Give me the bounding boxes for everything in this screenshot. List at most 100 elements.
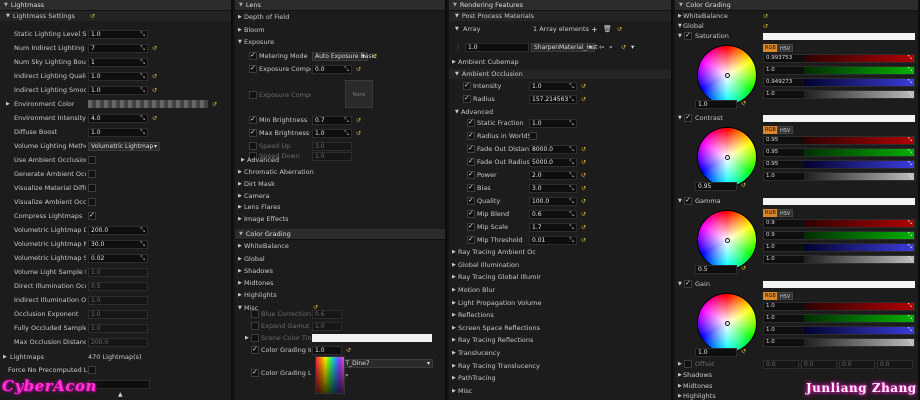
expand-arrow-icon[interactable]: ▶ [452, 300, 456, 306]
collapse-arrow-icon[interactable]: ▼ [678, 23, 682, 29]
lens-group-depth-of-field[interactable]: ▶ Depth of Field [235, 11, 445, 24]
expand-arrow-icon[interactable]: ▶ [238, 27, 242, 33]
expand-arrow-icon[interactable]: ▶ [238, 181, 242, 187]
reset-icon[interactable]: ↺ [581, 172, 586, 179]
exposure-checkbox[interactable] [249, 115, 257, 124]
adv-value-input[interactable]: 8000.0 ⤡ [529, 145, 577, 154]
reset-icon[interactable]: ↺ [763, 23, 768, 30]
color-wheel-handle[interactable] [725, 321, 730, 326]
adv-value-input[interactable]: 0.01 ⤡ [529, 236, 577, 245]
exposure-checkbox[interactable] [249, 142, 257, 150]
lightmass-value-input[interactable]: 0.5 [88, 282, 148, 291]
cg-wheel-base-input[interactable]: 1.0 [695, 100, 737, 109]
offset-value-input[interactable]: 0.0 [801, 360, 837, 369]
reset-icon[interactable]: ↺ [372, 53, 377, 60]
expand-arrow-icon[interactable]: ▶ [238, 280, 242, 286]
lightmass-value-input[interactable]: 1.0 [88, 310, 148, 319]
array-element-material-dropdown[interactable]: SharpenMaterial_Inst ▾ [531, 43, 597, 52]
channel-b-slider[interactable]: 0.949273 ⤡ [763, 78, 915, 87]
collapse-arrow-icon[interactable]: ▼ [455, 109, 459, 115]
browse-icon[interactable]: ⌕ [609, 43, 613, 52]
adv-checkbox[interactable] [467, 222, 475, 231]
collapse-arrow-icon[interactable]: ▼ [455, 13, 459, 19]
collapse-arrow-icon[interactable]: ▼ [4, 2, 8, 8]
reset-icon[interactable]: ↺ [152, 73, 157, 80]
reset-icon[interactable]: ↺ [152, 45, 157, 52]
lens-group-lens-flares[interactable]: ▶ Lens Flares [235, 201, 445, 214]
ao-value-input[interactable]: 157.214563 ⤡ [529, 95, 577, 104]
adv-value-input[interactable]: 3.0 ⤡ [529, 184, 577, 193]
reset-icon[interactable]: ↺ [346, 347, 351, 354]
color-wheel-contrast[interactable] [697, 127, 757, 187]
channel-y-slider[interactable]: 1.0 ⤡ [763, 172, 915, 181]
expand-arrow-icon[interactable]: ▶ [238, 204, 242, 210]
collapse-arrow-icon[interactable]: ▼ [238, 39, 242, 45]
offset-value-input[interactable]: 0.0 [877, 360, 913, 369]
channel-y-slider[interactable]: 1.0 ⤡ [763, 255, 915, 264]
cg-wheel-base-input[interactable]: 1.0 [695, 348, 737, 357]
rf-group-reflections[interactable]: ▶ Reflections [449, 309, 671, 322]
expand-arrow-icon[interactable]: ▶ [238, 243, 242, 249]
lightmass-value-input[interactable]: 1.0 ⤡ [88, 86, 148, 95]
expand-arrow-icon[interactable]: ▶ [452, 325, 456, 331]
lightmass-value-input[interactable]: 1.0 [88, 296, 148, 305]
reset-icon[interactable]: ↺ [741, 348, 746, 355]
expand-arrow-icon[interactable]: ▶ [3, 354, 7, 360]
cg-wheel-checkbox[interactable] [684, 196, 692, 205]
reset-icon[interactable]: ↺ [741, 182, 746, 189]
drag-handle-icon[interactable]: ⋮ [455, 44, 461, 51]
lut-dropdown[interactable]: LUT_Dine7 ▾ [335, 359, 433, 368]
exposure-checkbox[interactable] [249, 64, 257, 73]
ao-checkbox[interactable] [463, 94, 471, 103]
lightmass-value-input[interactable]: 30.0 ⤡ [88, 240, 148, 249]
ambient-cubemap-group[interactable]: ▶ Ambient Cubemap [449, 56, 671, 69]
hsv-mode-button[interactable]: HSV [777, 292, 794, 300]
expand-arrow-icon[interactable]: ▶ [452, 287, 456, 293]
channel-g-slider[interactable]: 1.0 ⤡ [763, 314, 915, 323]
channel-r-slider[interactable]: 0.9 ⤡ [763, 219, 915, 228]
lightmass-value-input[interactable]: 4.0 ⤡ [88, 114, 148, 123]
adv-value-input[interactable]: 2.0 ⤡ [529, 171, 577, 180]
adv-checkbox[interactable] [467, 209, 475, 218]
ao-checkbox[interactable] [463, 81, 471, 90]
use-selected-icon[interactable]: ⇦ [599, 43, 604, 51]
lightmass-checkbox[interactable] [88, 198, 96, 206]
lens-cg-group-shadows[interactable]: ▶ Shadows [235, 265, 445, 278]
reset-icon[interactable]: ↺ [356, 117, 361, 124]
cg-wheel-checkbox[interactable] [684, 279, 692, 288]
lightmass-header[interactable]: ▼ Lightmass [0, 0, 231, 11]
adv-checkbox[interactable] [467, 183, 475, 192]
reset-icon[interactable]: ↺ [356, 130, 361, 137]
reset-icon[interactable]: ↺ [212, 101, 217, 108]
expand-arrow-icon[interactable]: ▶ [678, 383, 682, 389]
expand-arrow-icon[interactable]: ▶ [238, 292, 242, 298]
expand-arrow-icon[interactable]: ▶ [241, 157, 245, 163]
rf-group-pathtracing[interactable]: ▶ PathTracing [449, 372, 671, 385]
lightmass-checkbox[interactable] [88, 156, 96, 164]
collapse-arrow-icon[interactable]: ▼ [455, 26, 459, 32]
channel-y-slider[interactable]: 1.0 ⤡ [763, 338, 915, 347]
reset-icon[interactable]: ↺ [741, 100, 746, 107]
expand-arrow-icon[interactable]: ▶ [452, 388, 456, 394]
misc-checkbox[interactable] [251, 322, 259, 330]
adv-value-input[interactable]: 1.7 ⤡ [529, 223, 577, 232]
offset-value-input[interactable]: 0.0 [763, 360, 799, 369]
channel-b-slider[interactable]: 1.0 ⤡ [763, 326, 915, 335]
channel-g-slider[interactable]: 0.9 ⤡ [763, 231, 915, 240]
lightmass-value-input[interactable]: 7 ⤡ [88, 44, 148, 53]
environment-color-swatch[interactable] [88, 100, 208, 108]
rf-group-ray-tracing-ambient-oc[interactable]: ▶ Ray Tracing Ambient Oc [449, 246, 671, 259]
scene-color-tint-swatch[interactable] [312, 334, 432, 342]
expand-arrow-icon[interactable]: ▶ [452, 375, 456, 381]
expand-arrow-icon[interactable]: ▶ [238, 14, 242, 20]
exposure-value-input[interactable]: 0.7 ⤡ [312, 116, 352, 125]
lightmass-checkbox[interactable] [88, 170, 96, 178]
rf-group-translucency[interactable]: ▶ Translucency [449, 347, 671, 360]
reset-icon[interactable]: ↺ [581, 211, 586, 218]
reset-icon[interactable]: ↺ [741, 265, 746, 272]
adv-checkbox[interactable] [467, 157, 475, 166]
force-no-precomputed-checkbox[interactable] [88, 366, 96, 374]
reset-icon[interactable]: ↺ [356, 66, 361, 73]
reset-icon[interactable]: ↺ [581, 185, 586, 192]
reset-icon[interactable]: ↺ [90, 13, 95, 20]
